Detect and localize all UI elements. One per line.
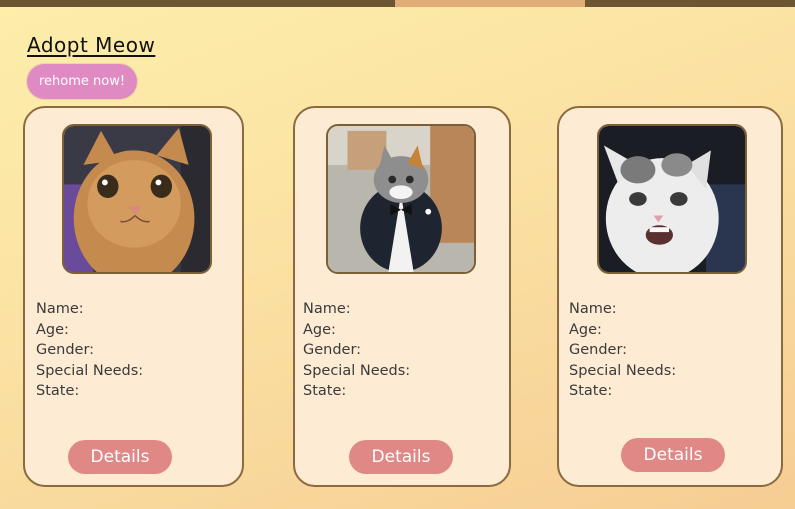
state-label: State:: [303, 383, 347, 400]
page-title[interactable]: Adopt Meow: [27, 33, 155, 57]
cat-photo-image: [64, 126, 210, 272]
age-label: Age:: [303, 321, 336, 338]
details-button[interactable]: Details: [349, 440, 453, 474]
name-label: Name:: [36, 301, 84, 317]
cat-card: Name: Age: Gender: Special Needs: State:…: [557, 106, 783, 487]
cat-photo: [62, 124, 212, 274]
cat-info: Name: Age: Gender: Special Needs: State:: [36, 299, 143, 402]
gender-label: Gender:: [303, 342, 362, 359]
rehome-button[interactable]: rehome now!: [27, 64, 137, 99]
cat-photo: [326, 124, 476, 274]
cat-photo-image: [599, 126, 745, 272]
name-label: Name:: [303, 301, 351, 317]
cat-card: Name: Age: Gender: Special Needs: State:…: [293, 106, 511, 487]
name-label: Name:: [569, 301, 617, 317]
details-button[interactable]: Details: [68, 440, 172, 474]
cat-photo: [597, 124, 747, 274]
special-needs-label: Special Needs:: [303, 362, 411, 379]
top-nav-bar: [0, 0, 795, 7]
special-needs-label: Special Needs:: [36, 362, 144, 379]
special-needs-label: Special Needs:: [569, 362, 677, 379]
cat-card: Name: Age: Gender: Special Needs: State:…: [23, 106, 244, 487]
state-label: State:: [569, 383, 613, 400]
age-label: Age:: [36, 321, 69, 338]
details-button[interactable]: Details: [621, 438, 725, 472]
cat-info: Name: Age: Gender: Special Needs: State:: [569, 299, 676, 402]
age-label: Age:: [569, 321, 602, 338]
cat-info: Name: Age: Gender: Special Needs: State:: [303, 299, 410, 402]
gender-label: Gender:: [569, 342, 628, 359]
gender-label: Gender:: [36, 342, 95, 359]
cat-photo-image: [328, 126, 474, 272]
active-nav-tab[interactable]: [395, 0, 585, 7]
state-label: State:: [36, 383, 80, 400]
